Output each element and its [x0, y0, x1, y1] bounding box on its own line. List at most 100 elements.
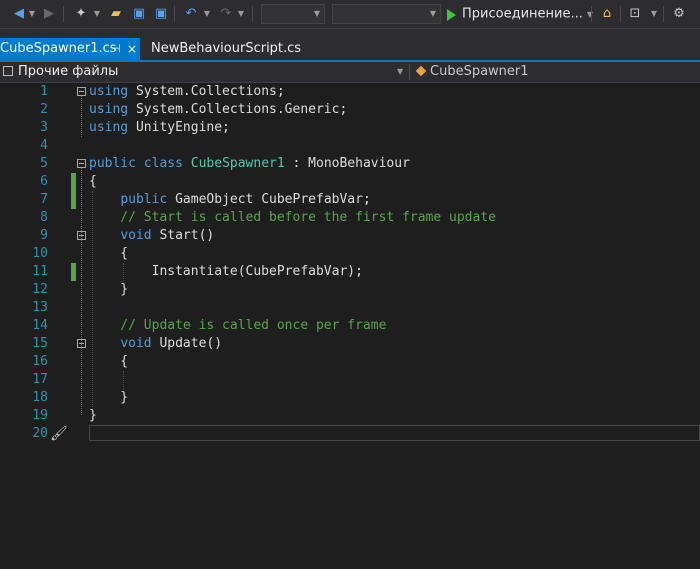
indent-guide [92, 191, 93, 407]
main-toolbar: ◀ ▼ ▶ ✦ ▼ ▰ ▣ ▣ ↶ ▼ ↷ ▼ ▼ ▼ Присоединени… [0, 0, 700, 29]
code-line: 9 void Start() [0, 227, 700, 245]
toolbar-separator [174, 6, 175, 22]
project-select[interactable]: Прочие файлы [0, 62, 407, 82]
quick-actions-brush-icon[interactable]: 🖌 [50, 425, 68, 443]
toolbar-separator [63, 6, 64, 22]
tab-newbehaviourscript[interactable]: NewBehaviourScript.cs [151, 38, 301, 60]
collapse-icon[interactable] [77, 159, 86, 168]
collapse-icon[interactable] [77, 87, 86, 96]
class-icon [415, 65, 427, 76]
redo-icon[interactable]: ↷ [217, 4, 235, 24]
indent-guide [123, 263, 124, 281]
line-number: 15 [32, 336, 48, 351]
code-text: public class CubeSpawner1 : MonoBehaviou… [89, 156, 410, 171]
code-text: using UnityEngine; [89, 120, 230, 135]
code-text: } [89, 408, 97, 423]
code-line: 4 [0, 137, 700, 155]
code-line: 14 // Update is called once per frame [0, 317, 700, 335]
code-text: void Update() [120, 336, 223, 351]
toolbar-separator [620, 6, 621, 22]
line-number: 6 [40, 174, 48, 189]
tab-cubespawner1[interactable]: CubeSpawner1.cs ⊣ × [0, 38, 140, 60]
line-number: 5 [40, 156, 48, 171]
line-number: 7 [40, 192, 48, 207]
back-dropdown-icon[interactable]: ▼ [28, 4, 36, 24]
code-line: 19 } [0, 407, 700, 425]
pin-icon[interactable]: ⊣ [111, 38, 121, 60]
navbar-separator [409, 64, 410, 80]
back-icon[interactable]: ◀ [10, 4, 28, 24]
navigation-bar: Прочие файлы ▼ CubeSpawner1 [0, 62, 700, 83]
line-number: 8 [40, 210, 48, 225]
code-text: using System.Collections.Generic; [89, 102, 348, 117]
outline-guide [81, 240, 83, 297]
code-text: { [89, 246, 129, 261]
tab-label: NewBehaviourScript.cs [151, 41, 302, 56]
code-line: 2 using System.Collections.Generic; [0, 101, 700, 119]
line-number: 11 [32, 264, 48, 279]
chevron-down-icon: ▼ [313, 9, 320, 18]
line-number: 12 [32, 282, 48, 297]
outline-guide [81, 348, 83, 405]
code-text: public GameObject CubePrefabVar; [120, 192, 371, 207]
tab-label: CubeSpawner1.cs [0, 41, 117, 56]
code-line-current[interactable]: 20 🖌 [0, 425, 700, 443]
code-editor[interactable]: 1 using System.Collections; 2 using Syst… [0, 83, 700, 569]
code-line: 10 { [0, 245, 700, 263]
type-select[interactable]: CubeSpawner1 [415, 62, 529, 82]
new-project-icon[interactable]: ✦ [72, 4, 90, 24]
code-text: Instantiate(CubePrefabVar); [89, 264, 363, 279]
line-number: 10 [32, 246, 48, 261]
solution-platforms-select[interactable]: ▼ [332, 4, 441, 24]
line-number: 17 [32, 372, 48, 387]
toolbar-separator [591, 6, 592, 22]
changed-marker [71, 263, 76, 281]
properties-icon[interactable]: ⚙ [670, 4, 688, 24]
chevron-down-icon[interactable]: ▼ [397, 67, 403, 76]
solution-view-icon[interactable]: ⊡ [626, 4, 644, 24]
undo-dropdown-icon[interactable]: ▼ [203, 4, 211, 24]
code-line: 5 public class CubeSpawner1 : MonoBehavi… [0, 155, 700, 173]
forward-icon[interactable]: ▶ [40, 4, 58, 24]
outline-guide [81, 96, 83, 137]
document-tab-strip: CubeSpawner1.cs ⊣ × NewBehaviourScript.c… [0, 29, 700, 60]
attach-run-label: Присоединение... [462, 6, 583, 22]
solution-configurations-select[interactable]: ▼ [261, 4, 325, 24]
code-text: } [89, 282, 129, 297]
toolbar-separator [252, 6, 253, 22]
changed-marker [71, 191, 76, 209]
code-line: 17 [0, 371, 700, 389]
code-line: 3 using UnityEngine; [0, 119, 700, 137]
line-number: 19 [32, 408, 48, 423]
line-number: 1 [40, 84, 48, 99]
current-line-highlight [89, 425, 700, 441]
save-all-icon[interactable]: ▣ [152, 4, 170, 24]
code-text: { [89, 354, 129, 369]
line-number: 9 [40, 228, 48, 243]
code-line: 1 using System.Collections; [0, 83, 700, 101]
code-text: using System.Collections; [89, 84, 285, 99]
attach-run-button[interactable]: Присоединение... ▼ [447, 4, 593, 24]
code-line: 11 Instantiate(CubePrefabVar); [0, 263, 700, 281]
code-line: 16 { [0, 353, 700, 371]
chevron-down-icon[interactable]: ▼ [587, 10, 593, 19]
line-number: 18 [32, 390, 48, 405]
close-icon[interactable]: × [127, 38, 137, 60]
project-icon [3, 65, 13, 76]
folder-view-icon[interactable]: ⌂ [598, 4, 616, 24]
code-text: } [89, 390, 129, 405]
solution-view-dropdown-icon[interactable]: ▼ [650, 4, 658, 24]
undo-icon[interactable]: ↶ [182, 4, 200, 24]
toolbar-separator [663, 6, 664, 22]
save-icon[interactable]: ▣ [130, 4, 148, 24]
code-line: 13 [0, 299, 700, 317]
line-number: 2 [40, 102, 48, 117]
code-text: void Start() [120, 228, 215, 243]
code-line: 12 } [0, 281, 700, 299]
chevron-down-icon: ▼ [429, 9, 436, 18]
new-project-dropdown-icon[interactable]: ▼ [93, 4, 101, 24]
open-icon[interactable]: ▰ [107, 4, 125, 24]
code-line: 8 // Start is called before the first fr… [0, 209, 700, 227]
changed-marker [71, 173, 76, 191]
redo-dropdown-icon[interactable]: ▼ [237, 4, 245, 24]
